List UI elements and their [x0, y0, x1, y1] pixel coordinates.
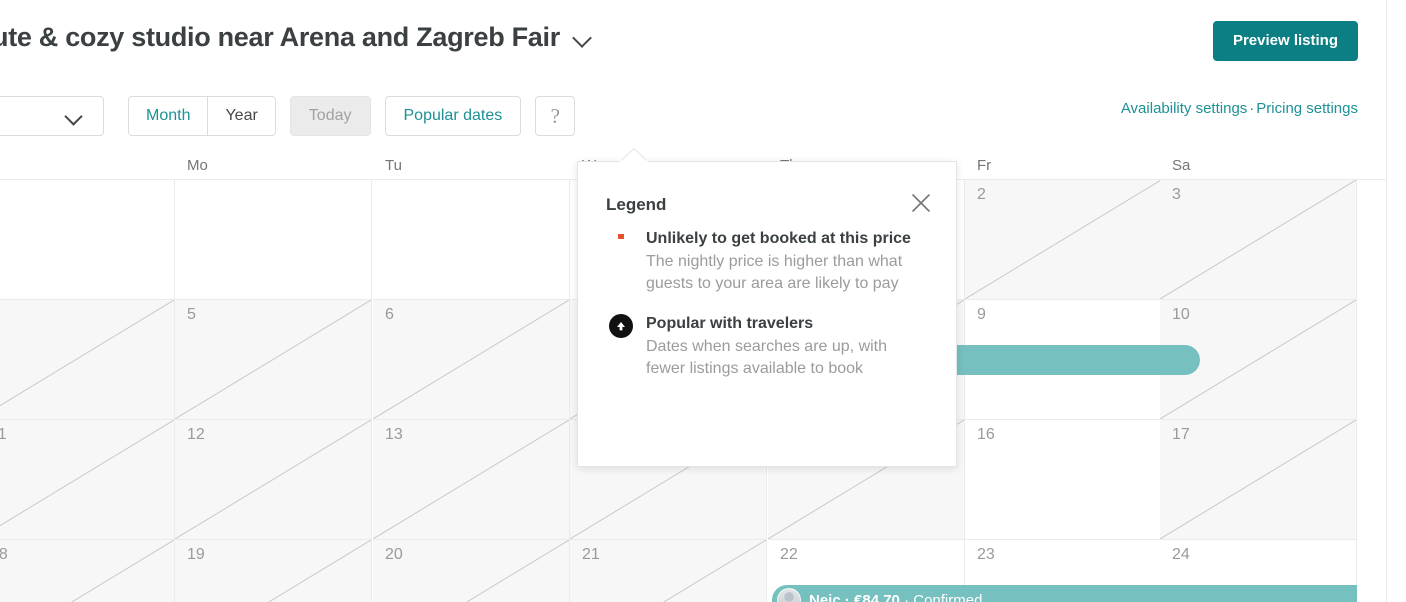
day-number: 10 [1172, 306, 1190, 323]
listing-title-row[interactable]: ute & cozy studio near Arena and Zagreb … [0, 22, 591, 53]
today-button[interactable]: Today [289, 96, 371, 136]
blocked-day-strike-icon [0, 420, 174, 539]
legend-item: Popular with travelers Dates when searche… [578, 313, 956, 380]
links-separator: · [1249, 100, 1255, 117]
day-number: 2 [977, 186, 986, 203]
calendar-day-cell[interactable]: 5 [175, 300, 372, 420]
settings-links: Availability settings · Pricing settings [1121, 100, 1358, 117]
chevron-down-icon[interactable] [574, 30, 591, 47]
help-glyph: ? [550, 103, 560, 128]
day-number: 24 [1172, 546, 1190, 563]
calendar-day-cell[interactable]: 18 [0, 540, 175, 602]
blocked-day-strike-icon [965, 180, 1161, 299]
reservation-bar[interactable]: Neic · €84.70 · Confirmed [772, 585, 1357, 602]
calendar-day-cell[interactable]: 16 [965, 420, 1162, 540]
day-number: 23 [977, 546, 995, 563]
calendar-page: ute & cozy studio near Arena and Zagreb … [0, 0, 1406, 602]
day-number: 5 [187, 306, 196, 323]
day-number: 6 [385, 306, 394, 323]
up-arrow-circle-icon [609, 314, 642, 343]
calendar-day-cell[interactable] [373, 180, 570, 300]
popular-dates-button[interactable]: Popular dates [384, 96, 522, 136]
question-mark-icon[interactable]: ? [535, 96, 576, 136]
blocked-day-strike-icon [0, 300, 174, 419]
close-icon[interactable] [908, 190, 934, 216]
legend-item-heading: Popular with travelers [646, 315, 814, 332]
reservation-label: Neic · €84.70 · Confirmed [809, 591, 983, 602]
month-select[interactable]: pril 2021 [0, 96, 104, 136]
calendar-day-cell[interactable]: 2 [965, 180, 1162, 300]
day-number: 17 [1172, 426, 1190, 443]
day-number: 3 [1172, 186, 1181, 203]
legend-popover: Legend Unlikely to get booked at this pr… [577, 161, 957, 467]
pricing-settings-link[interactable]: Pricing settings [1256, 100, 1358, 117]
calendar-day-cell[interactable] [175, 180, 372, 300]
preview-listing-button[interactable]: Preview listing [1212, 21, 1358, 61]
view-toggle-group: Month Year [128, 96, 276, 136]
tab-month[interactable]: Month [129, 97, 208, 135]
legend-item-description: The nightly price is higher than what gu… [646, 253, 903, 292]
blocked-day-strike-icon [373, 300, 569, 419]
tab-year[interactable]: Year [207, 97, 275, 135]
calendar-day-cell[interactable]: 4 [0, 300, 175, 420]
day-number: 9 [977, 306, 986, 323]
calendar-day-cell[interactable]: 3 [1160, 180, 1357, 300]
day-number: 20 [385, 546, 403, 563]
day-number: 12 [187, 426, 205, 443]
day-number: 21 [582, 546, 600, 563]
calendar-day-cell[interactable]: 21 [570, 540, 767, 602]
day-number: 16 [977, 426, 995, 443]
guest-avatar [777, 588, 801, 602]
day-of-week-label: Fr [977, 157, 992, 174]
calendar-day-cell[interactable]: 17 [1160, 420, 1357, 540]
legend-item: Unlikely to get booked at this price The … [578, 228, 956, 295]
calendar-day-cell[interactable] [0, 180, 175, 300]
day-of-week-label: Tu [385, 157, 402, 174]
legend-item-heading: Unlikely to get booked at this price [646, 230, 911, 247]
up-arrow-circle-glyph [609, 314, 633, 338]
chevron-down-icon [67, 110, 81, 124]
blocked-day-strike-icon [175, 300, 371, 419]
calendar-day-cell[interactable]: 20 [373, 540, 570, 602]
calendar-day-cell[interactable]: 13 [373, 420, 570, 540]
page-right-gutter [1386, 0, 1406, 602]
availability-settings-link[interactable]: Availability settings [1121, 100, 1247, 117]
calendar-day-cell[interactable]: 19 [175, 540, 372, 602]
legend-item-list: Unlikely to get booked at this price The … [578, 228, 956, 398]
day-of-week-label: Mo [187, 157, 208, 174]
page-header: ute & cozy studio near Arena and Zagreb … [0, 0, 1386, 156]
calendar-toolbar: pril 2021 Month Year Today Popular dates… [0, 96, 576, 136]
day-of-week-label: Sa [1172, 157, 1191, 174]
orange-dot-icon [618, 234, 624, 239]
legend-title: Legend [606, 195, 667, 214]
blocked-day-strike-icon [1160, 180, 1356, 299]
legend-item-description: Dates when searches are up, with fewer l… [646, 338, 888, 377]
day-number: 19 [187, 546, 205, 563]
calendar-day-cell[interactable]: 6 [373, 300, 570, 420]
page-title: ute & cozy studio near Arena and Zagreb … [0, 22, 560, 52]
calendar-day-cell[interactable]: 12 [175, 420, 372, 540]
day-number: 11 [0, 426, 7, 444]
day-number: 13 [385, 426, 403, 443]
blocked-day-strike-icon [0, 540, 174, 602]
day-number: 22 [780, 546, 798, 563]
calendar-day-cell[interactable]: 11 [0, 420, 175, 540]
orange-dot-glyph [618, 234, 624, 239]
day-number: 18 [0, 546, 8, 564]
legend-pointer-arrow [620, 148, 648, 162]
